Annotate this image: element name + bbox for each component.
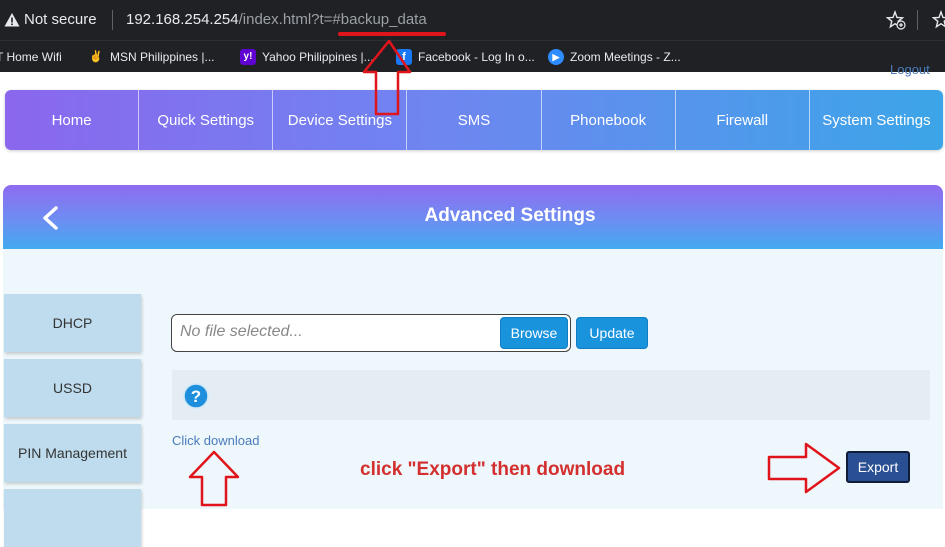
bookmark-facebook[interactable]: f Facebook - Log In o... bbox=[396, 47, 535, 67]
nav-sms[interactable]: SMS bbox=[407, 90, 542, 150]
sidebar-item-next[interactable] bbox=[4, 489, 141, 547]
sidebar-item-dhcp[interactable]: DHCP bbox=[4, 294, 141, 352]
annotation-text: click "Export" then download bbox=[360, 459, 626, 480]
bookmarks-bar: T Home Wifi ✌ MSN Philippines |... y! Ya… bbox=[0, 40, 945, 72]
bookmark-zoom[interactable]: ▶ Zoom Meetings - Z... bbox=[548, 47, 681, 67]
bookmark-msn[interactable]: ✌ MSN Philippines |... bbox=[88, 47, 215, 67]
click-download-link[interactable]: Click download bbox=[172, 433, 259, 448]
main-nav: Home Quick Settings Device Settings SMS … bbox=[5, 90, 943, 150]
bookmark-home-wifi[interactable]: T Home Wifi bbox=[0, 47, 62, 67]
nav-device-settings[interactable]: Device Settings bbox=[273, 90, 408, 150]
bookmark-label: Facebook - Log In o... bbox=[418, 50, 535, 64]
nav-firewall[interactable]: Firewall bbox=[676, 90, 810, 150]
bookmark-label: T Home Wifi bbox=[0, 50, 62, 64]
url-text[interactable]: 192.168.254.254/index.html?t=#backup_dat… bbox=[126, 11, 427, 28]
nav-phonebook[interactable]: Phonebook bbox=[542, 90, 676, 150]
address-bar[interactable]: Not secure 192.168.254.254/index.html?t=… bbox=[0, 0, 945, 40]
svg-text:?: ? bbox=[191, 387, 201, 406]
nav-home[interactable]: Home bbox=[5, 90, 140, 150]
warning-icon bbox=[4, 13, 20, 27]
msn-icon: ✌ bbox=[89, 51, 103, 63]
page-title: Advanced Settings bbox=[424, 205, 596, 226]
bookmark-label: Zoom Meetings - Z... bbox=[570, 50, 681, 64]
yahoo-icon: y! bbox=[240, 49, 256, 65]
sidebar-item-ussd[interactable]: USSD bbox=[4, 359, 141, 417]
browse-button[interactable]: Browse bbox=[500, 317, 568, 349]
reading-list-icon[interactable] bbox=[932, 10, 945, 30]
bookmark-yahoo[interactable]: y! Yahoo Philippines |... bbox=[240, 47, 374, 67]
facebook-icon: f bbox=[396, 49, 412, 65]
logout-link[interactable]: Logout bbox=[890, 62, 930, 77]
file-placeholder: No file selected... bbox=[180, 323, 303, 340]
toolbar-divider bbox=[917, 10, 918, 30]
bookmark-label: Yahoo Philippines |... bbox=[262, 50, 374, 64]
help-icon[interactable]: ? bbox=[183, 383, 209, 409]
zoom-icon: ▶ bbox=[548, 49, 564, 65]
sidebar-item-pin-management[interactable]: PIN Management bbox=[4, 424, 141, 482]
url-host: 192.168.254.254 bbox=[126, 11, 239, 28]
security-label[interactable]: Not secure bbox=[24, 11, 97, 28]
url-path: /index.html?t=#backup_data bbox=[238, 11, 427, 28]
nav-system-settings[interactable]: System Settings bbox=[810, 90, 943, 150]
bookmark-label: MSN Philippines |... bbox=[110, 50, 215, 64]
help-bar bbox=[172, 370, 930, 420]
update-button[interactable]: Update bbox=[576, 317, 648, 349]
address-divider bbox=[112, 10, 113, 30]
bookmark-star-icon[interactable] bbox=[886, 10, 906, 30]
nav-quick-settings[interactable]: Quick Settings bbox=[139, 90, 274, 150]
export-button[interactable]: Export bbox=[846, 451, 910, 483]
